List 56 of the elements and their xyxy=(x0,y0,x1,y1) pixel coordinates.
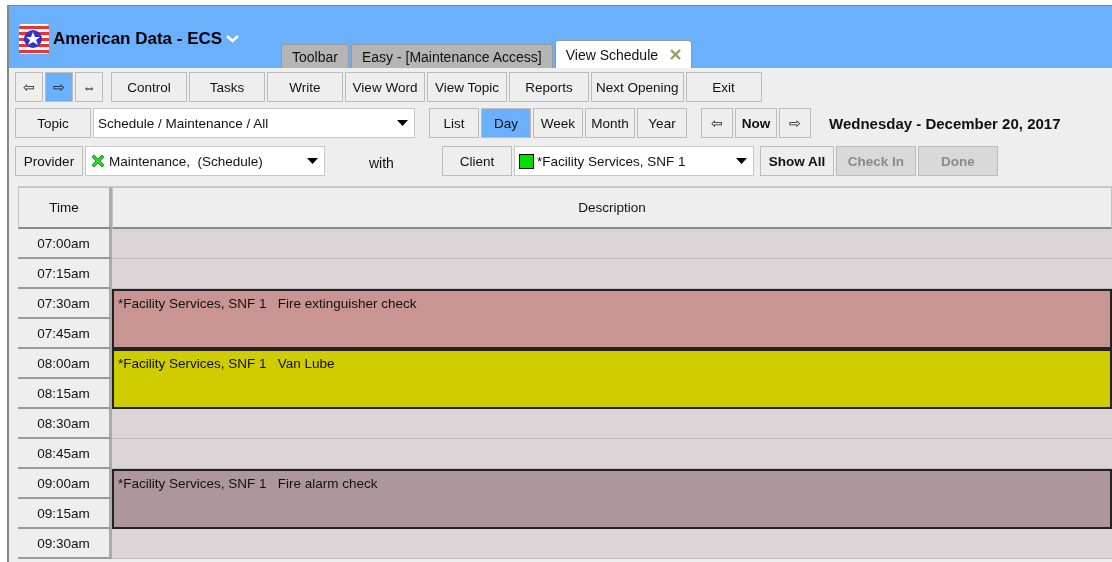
column-header: Time xyxy=(18,187,112,229)
view-button[interactable]: Month xyxy=(585,108,635,138)
toolbar-button[interactable]: View Topic xyxy=(427,72,507,102)
appointment[interactable]: *Facility Services, SNF 1 Fire alarm check xyxy=(112,469,1112,529)
with-label: with xyxy=(369,155,394,171)
time-cell: 07:45am xyxy=(18,319,112,349)
action-button[interactable]: Show All xyxy=(759,146,834,176)
provider-button[interactable]: Provider xyxy=(15,146,83,176)
time-cell: 09:30am xyxy=(18,529,112,559)
time-cell: 08:45am xyxy=(18,439,112,469)
time-cell: 09:00am xyxy=(18,469,112,499)
time-cell: 09:15am xyxy=(18,499,112,529)
toolbar-button[interactable]: Next Opening xyxy=(591,72,684,102)
tab[interactable]: View Schedule xyxy=(554,40,693,68)
appointment[interactable]: *Facility Services, SNF 1 Van Lube xyxy=(112,349,1112,409)
toolbar-button[interactable]: Exit xyxy=(685,72,762,102)
app-title: American Data - ECS xyxy=(53,29,223,49)
dropdown-caret-icon xyxy=(307,158,318,164)
dropdown-caret-icon xyxy=(397,120,408,126)
topic-button[interactable]: Topic xyxy=(15,108,91,138)
toolbar-button[interactable]: Tasks xyxy=(189,72,265,102)
appointment[interactable]: *Facility Services, SNF 1 Fire extinguisher check xyxy=(112,289,1112,349)
next-day-button[interactable]: ⇨ xyxy=(779,108,811,138)
flag-logo-icon xyxy=(19,24,49,54)
previous-day-button[interactable]: ⇦ xyxy=(701,108,733,138)
x-mark-icon xyxy=(90,153,106,169)
chevron-down-icon[interactable] xyxy=(226,34,240,44)
nav-arrow-button[interactable]: ⇔ xyxy=(75,72,103,102)
toolbar-button[interactable]: View Word xyxy=(345,72,425,102)
close-icon[interactable] xyxy=(670,49,682,60)
client-dropdown[interactable]: *Facility Services, SNF 1 xyxy=(513,146,754,176)
time-cell: 08:30am xyxy=(18,409,112,439)
time-cell: 07:15am xyxy=(18,259,112,289)
toolbar-button[interactable]: Reports xyxy=(509,72,589,102)
nav-arrow-button[interactable]: ⇨ xyxy=(45,72,73,102)
toolbar-button[interactable]: Write xyxy=(267,72,343,102)
view-button[interactable]: List xyxy=(429,108,479,138)
dropdown-caret-icon xyxy=(735,158,747,164)
client-button[interactable]: Client xyxy=(441,146,512,176)
view-button[interactable]: Day xyxy=(481,108,531,138)
tab[interactable]: Easy - [Maintenance Access] xyxy=(350,44,553,68)
nav-arrow-button[interactable]: ⇦ xyxy=(15,72,43,102)
now-button[interactable]: Now xyxy=(735,108,777,138)
provider-dropdown[interactable]: Maintenance, (Schedule) xyxy=(85,146,325,176)
tab[interactable]: Toolbar xyxy=(281,44,349,68)
square-icon xyxy=(518,153,534,169)
time-cell: 07:00am xyxy=(18,229,112,259)
toolbar-button[interactable]: Control xyxy=(111,72,187,102)
time-cell: 08:00am xyxy=(18,349,112,379)
view-button[interactable]: Week xyxy=(533,108,583,138)
column-header: Description xyxy=(112,187,1112,229)
current-date: Wednesday - December 20, 2017 xyxy=(829,114,1061,132)
time-cell: 07:30am xyxy=(18,289,112,319)
topic-dropdown[interactable]: Schedule / Maintenance / All xyxy=(93,108,415,138)
time-cell: 08:15am xyxy=(18,379,112,409)
view-button[interactable]: Year xyxy=(637,108,687,138)
